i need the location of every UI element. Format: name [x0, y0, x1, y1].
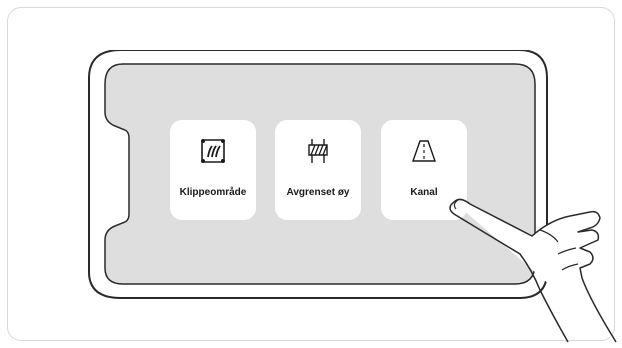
tile-avgrenset-oy[interactable]: Avgrenset øy: [275, 120, 361, 220]
grass-cutting-area-icon: [201, 139, 225, 163]
pointing-hand-illustration: [449, 198, 617, 343]
tile-label: Avgrenset øy: [286, 187, 350, 198]
channel-path-icon: [412, 140, 436, 162]
tile-klippeomrade[interactable]: Klippeområde: [170, 120, 256, 220]
fenced-island-icon: [308, 139, 328, 163]
tile-label: Klippeområde: [179, 187, 247, 198]
